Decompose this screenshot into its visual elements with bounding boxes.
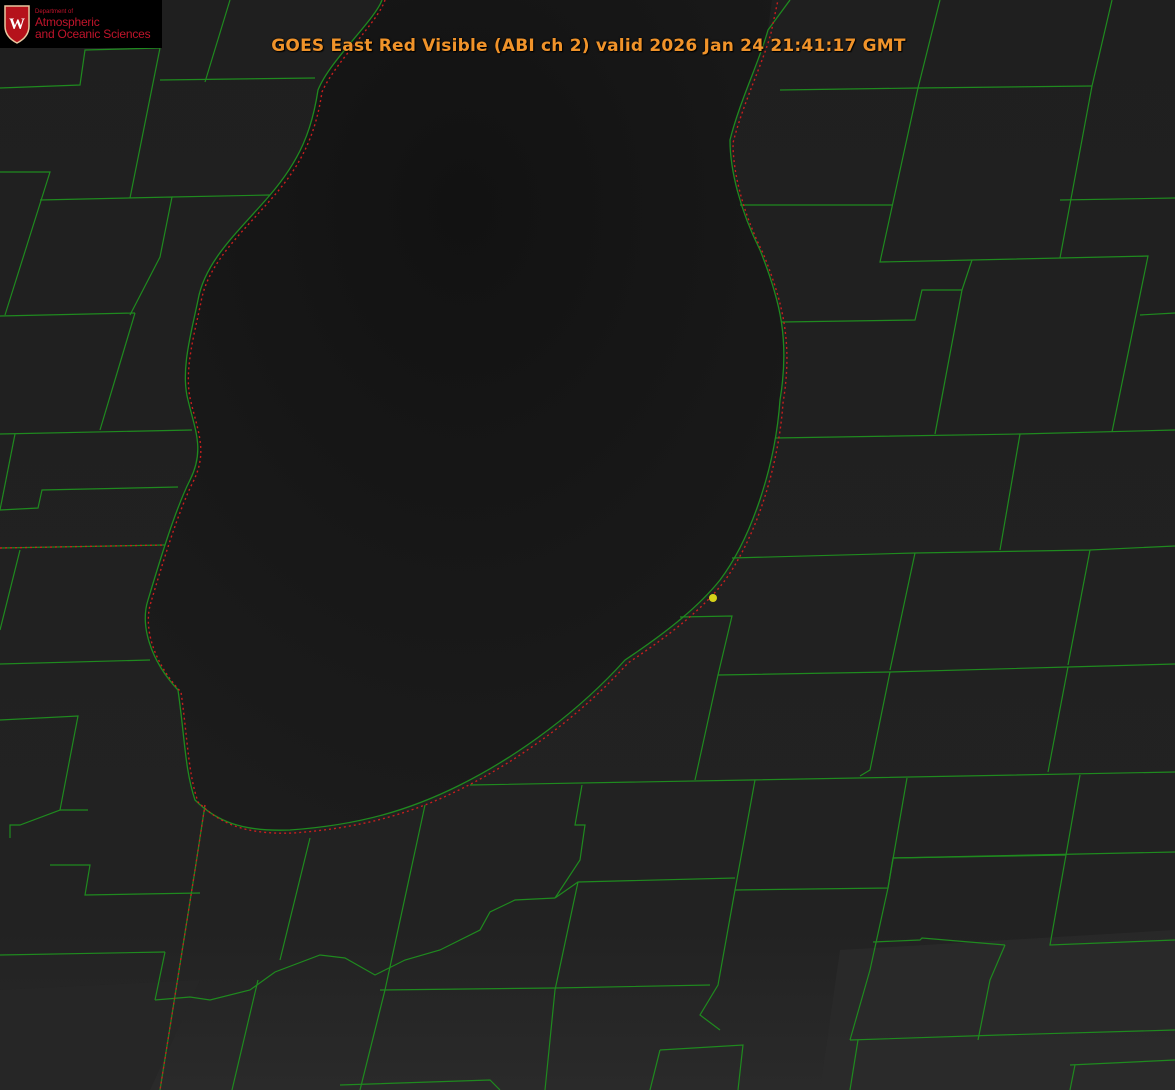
image-title: GOES East Red Visible (ABI ch 2) valid 2… bbox=[271, 36, 906, 56]
satellite-map bbox=[0, 0, 1175, 1090]
station-marker bbox=[709, 594, 717, 602]
svg-text:W: W bbox=[9, 16, 25, 33]
satellite-image-frame: W Department of Atmospheric and Oceanic … bbox=[0, 0, 1175, 1090]
